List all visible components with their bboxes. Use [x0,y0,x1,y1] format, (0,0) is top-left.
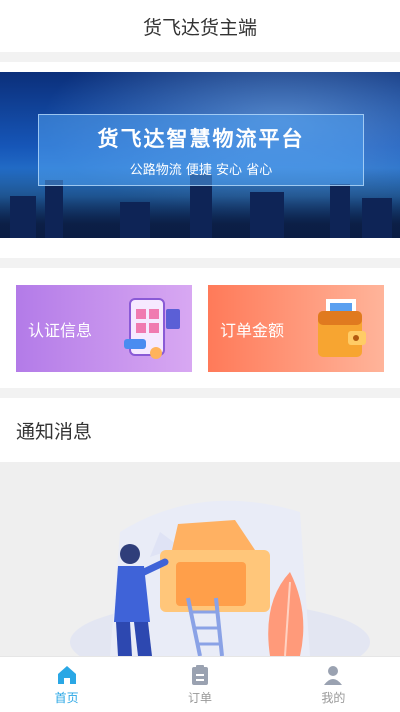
notice-section-header: 通知消息 [0,398,400,462]
notice-title: 通知消息 [16,420,93,443]
banner-title: 货飞达智慧物流平台 [97,126,305,151]
tab-home[interactable]: 首页 [0,657,133,712]
banner-subtitle: 公路物流 便捷 安心 省心 [129,162,273,178]
building-shape [330,184,350,238]
building-shape [120,202,150,238]
certification-card-label: 认证信息 [28,320,93,340]
building-shape [250,192,284,238]
order-amount-card-label: 订单金额 [220,320,285,340]
empty-state-art [70,500,370,656]
building-shape [45,180,63,238]
app-header: 货飞达货主端 [0,0,400,52]
banner-section: 货飞达智慧物流平台 公路物流 便捷 安心 省心 [0,62,400,258]
building-shape [362,198,392,238]
tab-profile[interactable]: 我的 [267,657,400,712]
bottom-tab-bar: 首页 订单 我的 [0,656,400,712]
shortcut-cards: 认证信息 订单金额 [0,268,400,388]
tab-home-label: 首页 [54,691,79,705]
order-icon [191,665,208,685]
empty-state-illustration [0,462,400,656]
order-amount-card[interactable]: 订单金额 [208,285,384,372]
certification-illustration-icon [124,298,180,359]
tab-profile-label: 我的 [321,691,346,705]
banner-text-panel: 货飞达智慧物流平台 公路物流 便捷 安心 省心 [38,114,364,186]
promo-banner[interactable]: 货飞达智慧物流平台 公路物流 便捷 安心 省心 [0,72,400,238]
user-icon [324,666,343,685]
certification-card[interactable]: 认证信息 [16,285,192,372]
tab-orders-label: 订单 [187,691,212,705]
home-icon [57,666,76,684]
building-shape [10,196,36,238]
page-title: 货飞达货主端 [142,16,257,39]
tab-orders[interactable]: 订单 [133,657,266,712]
wallet-illustration-icon [318,299,366,357]
